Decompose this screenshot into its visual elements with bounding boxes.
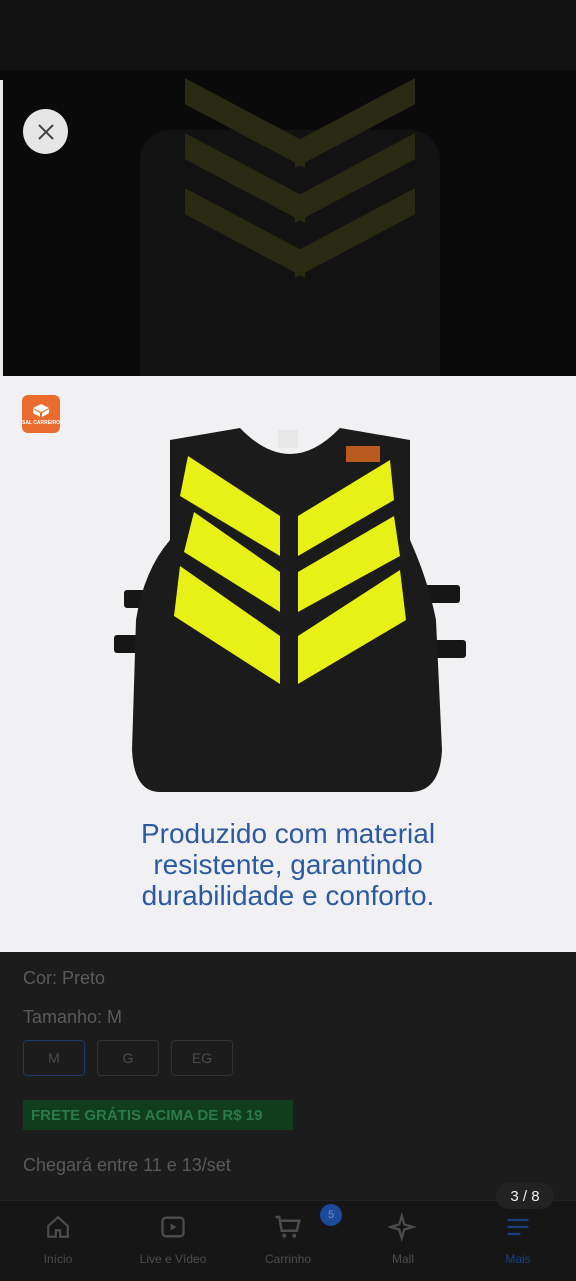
nav-item-mais[interactable]: Mais <box>478 1212 558 1266</box>
background-product-image <box>0 70 576 450</box>
size-label: Tamanho: M <box>23 1007 123 1027</box>
close-icon <box>37 123 54 140</box>
delivery-estimate: Chegará entre 11 e 13/set <box>23 1155 231 1175</box>
nav-label: Mall <box>391 1252 414 1266</box>
sparkle-icon <box>388 1212 418 1242</box>
vest-image <box>114 428 466 792</box>
nav-item-mall[interactable]: Mall <box>363 1212 443 1266</box>
nav-label: Carrinho <box>264 1252 312 1266</box>
color-label: Cor: Preto <box>23 968 106 988</box>
size-option-eg[interactable]: EG <box>171 1040 233 1076</box>
nav-item-live-video[interactable]: Live e Vídeo <box>133 1212 213 1266</box>
brand-logo-text: SAL CARREIRO <box>22 420 60 426</box>
size-option-m[interactable]: M <box>23 1040 85 1076</box>
size-option-g[interactable]: G <box>97 1040 159 1076</box>
caption-line: resistente, garantindo <box>153 849 423 880</box>
vest-tag <box>278 430 298 448</box>
free-shipping-badge: FRETE GRÁTIS ACIMA DE R$ 19 <box>23 1100 293 1130</box>
brand-logo: SAL CARREIRO <box>22 395 60 433</box>
nav-label: Início <box>43 1252 73 1266</box>
caption-line: Produzido com material <box>140 818 436 849</box>
caption-line: durabilidade e conforto. <box>141 880 435 911</box>
nav-item-carrinho[interactable]: 5 Carrinho <box>248 1204 342 1266</box>
box-icon <box>33 404 49 417</box>
close-button[interactable] <box>23 109 68 154</box>
menu-icon <box>503 1212 533 1242</box>
vest-patch <box>346 446 380 462</box>
cart-count-badge: 5 <box>320 1204 342 1226</box>
nav-item-inicio[interactable]: Início <box>18 1212 98 1266</box>
background-top-bar <box>0 0 576 70</box>
image-caption: Produzido com material resistente, garan… <box>0 818 576 911</box>
play-icon <box>158 1212 188 1242</box>
nav-label: Mais <box>505 1252 531 1266</box>
home-icon <box>43 1212 73 1242</box>
nav-label: Live e Vídeo <box>139 1252 207 1266</box>
image-page-counter: 3 / 8 <box>496 1183 554 1209</box>
cart-icon: 5 <box>273 1204 342 1242</box>
